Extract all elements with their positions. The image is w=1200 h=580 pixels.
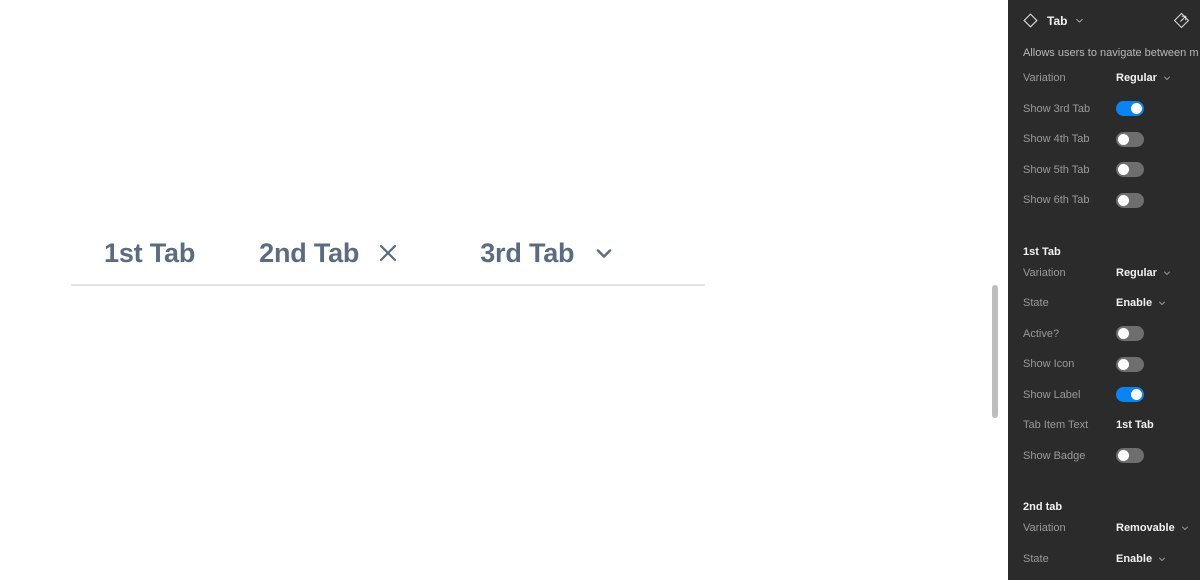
panel-row-label: State [1023,297,1049,310]
panel-row-control: Removable [1116,522,1188,534]
panel-row-label: Show Label [1023,388,1081,401]
panel-row-label: Variation [1023,266,1066,279]
panel-row-label: Variation [1023,72,1066,85]
panel-row-control [1116,101,1188,117]
panel-row-label: Show 3rd Tab [1023,102,1091,115]
dropdown-value: Regular [1116,72,1157,85]
canvas-area: 1st Tab 2nd Tab 3rd Tab [0,0,1008,580]
dropdown-select[interactable]: Enable [1116,297,1167,309]
panel-title: Tab [1047,13,1068,28]
panel-row-control [1116,131,1188,147]
panel-row-control [1116,192,1188,208]
chevron-down-icon [1162,268,1172,278]
toggle-switch[interactable] [1116,131,1144,147]
dropdown-select[interactable]: Removable [1116,522,1190,534]
panel-row: Show 3rd Tab [1008,94,1200,125]
toggle-switch[interactable] [1116,192,1144,208]
toggle-switch[interactable] [1116,326,1144,342]
toggle-knob [1131,389,1142,401]
panel-row-control [1116,387,1188,403]
panel-rows: Variation Regular Show 3rd Tab Show 4th Tab… [1008,63,1200,574]
toggle-knob [1118,194,1129,206]
chevron-down-icon[interactable] [1074,15,1085,26]
panel-row: Show 5th Tab [1008,155,1200,186]
close-icon[interactable] [377,242,399,264]
panel-description: Allows users to navigate between m [1023,47,1199,59]
dropdown-value: Enable [1116,297,1153,310]
toggle-knob [1131,103,1142,115]
panel-row: State Enable [1008,544,1200,575]
panel-row: Show 4th Tab [1008,124,1200,155]
tab-item-2nd[interactable]: 2nd Tab [259,237,399,268]
panel-row-control: Regular [1116,267,1188,279]
panel-section-header: 2nd tab [1023,501,1063,513]
tab-item-3rd[interactable]: 3rd Tab [480,237,616,268]
tab-item-label: 1st Tab [104,237,196,268]
panel-row: Show Badge [1008,441,1200,472]
panel-row-control [1116,162,1188,178]
panel-row: Variation Regular [1008,258,1200,289]
toggle-switch[interactable] [1116,356,1144,372]
chevron-down-icon [1180,523,1190,533]
toggle-knob [1118,358,1129,370]
text-field-value[interactable]: 1st Tab [1116,419,1154,431]
panel-section-header: 1st Tab [1023,245,1061,258]
panel-row: Show 6th Tab [1008,185,1200,216]
toggle-switch[interactable] [1116,448,1144,464]
panel-row-control [1116,356,1188,372]
chevron-down-icon[interactable] [592,241,616,265]
toggle-switch[interactable] [1116,101,1144,117]
chevron-down-icon [1157,298,1167,308]
chevron-down-icon [1162,73,1172,83]
panel-row-label: State [1023,552,1049,565]
panel-row-control: 1st Tab [1116,419,1188,431]
panel-row: Tab Item Text 1st Tab [1008,410,1200,441]
panel-row-control [1116,326,1188,342]
canvas-scrollbar-thumb[interactable] [992,285,998,418]
app-root: 1st Tab 2nd Tab 3rd Tab Tab Allows users… [0,0,1200,580]
tabs-underline [71,284,705,286]
panel-row-control [1116,448,1188,464]
panel-row-label: Show 5th Tab [1023,163,1090,176]
dropdown-value: Removable [1116,522,1175,535]
panel-row: State Enable [1008,288,1200,319]
panel-header: Tab [1008,0,1200,41]
panel-row: Variation Removable [1008,513,1200,544]
panel-row-label: Show 4th Tab [1023,133,1090,146]
panel-row: Show Label [1008,380,1200,411]
toggle-knob [1118,450,1129,462]
panel-row-control: Regular [1116,72,1188,84]
panel-row: Variation Regular [1008,63,1200,94]
panel-row-label: Show Badge [1023,449,1086,462]
tab-item-label: 3rd Tab [480,237,575,268]
toggle-switch[interactable] [1116,387,1144,403]
toggle-switch[interactable] [1116,162,1144,178]
panel-row-label: Show Icon [1023,358,1075,371]
panel-row: Show Icon [1008,349,1200,380]
tab-item-label: 2nd Tab [259,237,360,268]
toggle-knob [1118,328,1129,340]
properties-panel: Tab Allows users to navigate between m V… [1008,0,1200,580]
tabs-component: 1st Tab 2nd Tab 3rd Tab [71,222,705,286]
dropdown-select[interactable]: Enable [1116,553,1167,565]
panel-row: Active? [1008,319,1200,350]
tabs-row: 1st Tab 2nd Tab 3rd Tab [71,222,705,284]
canvas-scrollbar[interactable] [990,0,1000,580]
open-in-new-icon[interactable] [1173,12,1190,29]
panel-row-label: Variation [1023,522,1066,535]
dropdown-select[interactable]: Regular [1116,267,1172,279]
panel-row-control: Enable [1116,297,1188,309]
dropdown-value: Enable [1116,552,1153,565]
panel-row-label: Tab Item Text [1023,419,1089,432]
dropdown-select[interactable]: Regular [1116,72,1172,84]
toggle-knob [1118,164,1129,176]
panel-row-label: Show 6th Tab [1023,194,1090,207]
toggle-knob [1118,133,1129,145]
dropdown-value: Regular [1116,266,1157,279]
panel-row-control: Enable [1116,553,1188,565]
tab-item-1st[interactable]: 1st Tab [104,237,196,268]
panel-row-label: Active? [1023,327,1060,340]
chevron-down-icon [1157,554,1167,564]
diamond-component-icon [1023,13,1038,28]
